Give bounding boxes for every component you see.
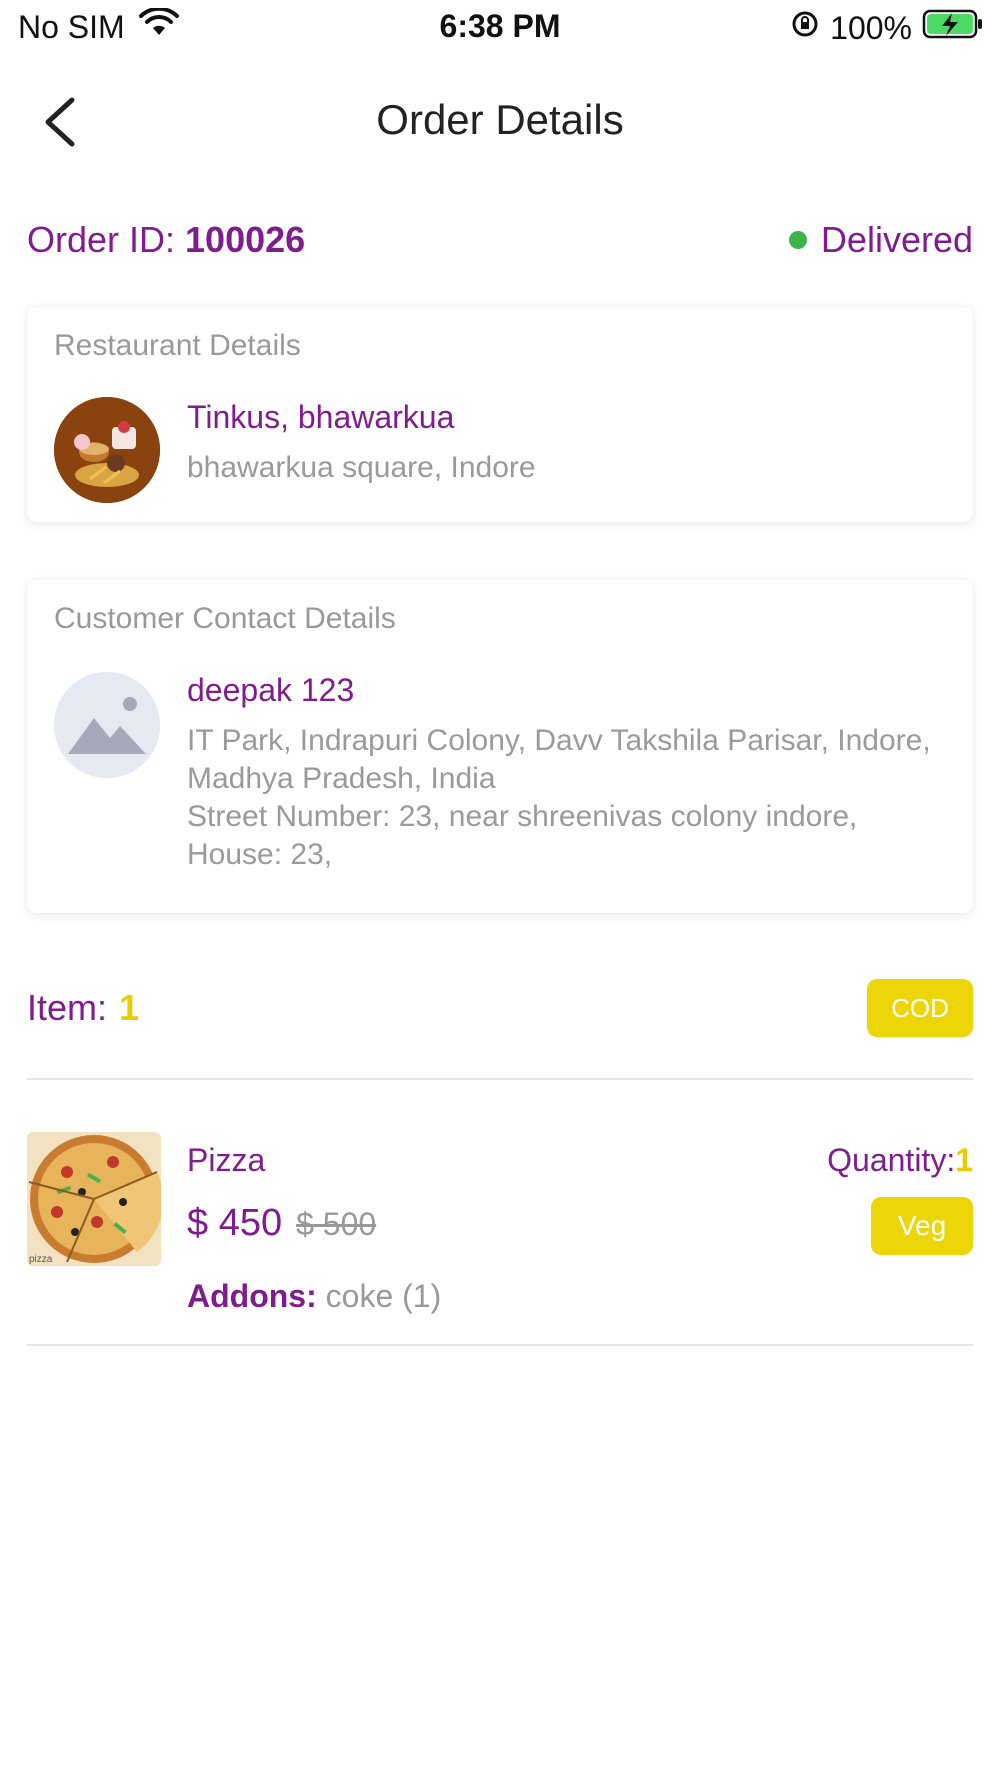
- restaurant-card: Restaurant Details Tinkus, bhawarkua bha…: [27, 307, 973, 522]
- order-id-label: Order ID:: [27, 219, 176, 260]
- customer-name: deepak 123: [187, 672, 355, 708]
- image-caption: pizza: [29, 1254, 53, 1265]
- quantity-value: 1: [955, 1142, 973, 1178]
- orientation-lock-icon: [790, 9, 820, 47]
- order-header: Order ID: 100026 Delivered: [27, 212, 973, 268]
- status-right: 100%: [790, 8, 984, 48]
- restaurant-avatar: [54, 397, 160, 503]
- battery-label: 100%: [830, 9, 912, 46]
- restaurant-section-title: Restaurant Details: [54, 329, 301, 362]
- customer-address-line2: Street Number: 23, near shreenivas colon…: [187, 800, 858, 871]
- customer-section-title: Customer Contact Details: [54, 602, 396, 635]
- item-image: pizza: [27, 1132, 161, 1266]
- addons-label: Addons:: [187, 1278, 317, 1314]
- restaurant-address: bhawarkua square, Indore: [187, 451, 536, 484]
- item-original-price: $ 500: [296, 1206, 377, 1242]
- image-placeholder-icon: [54, 672, 160, 778]
- customer-avatar: [54, 672, 160, 778]
- restaurant-name: Tinkus, bhawarkua: [187, 399, 455, 435]
- items-count: 1: [119, 987, 140, 1028]
- items-label: Item:: [27, 987, 108, 1028]
- customer-address-line1: IT Park, Indrapuri Colony, Davv Takshila…: [187, 724, 931, 795]
- battery-charging-icon: [922, 8, 984, 48]
- item-addons: Addons: coke (1): [187, 1278, 441, 1315]
- item-quantity: Quantity:1: [827, 1142, 973, 1179]
- items-count-group: Item: 1: [27, 987, 139, 1029]
- divider: [27, 1344, 973, 1346]
- order-id-value: 100026: [185, 219, 306, 260]
- status-label: Delivered: [820, 219, 973, 260]
- veg-badge: Veg: [871, 1197, 973, 1255]
- status-dot-icon: [788, 231, 807, 249]
- navigation-bar: Order Details: [0, 72, 1000, 172]
- items-summary: Item: 1 COD: [27, 978, 973, 1038]
- status-bar: No SIM 6:38 PM 100%: [0, 0, 1000, 56]
- divider: [27, 1078, 973, 1080]
- pizza-image-icon: [27, 1132, 161, 1266]
- quantity-label: Quantity:: [827, 1142, 956, 1178]
- food-image-icon: [54, 397, 160, 503]
- order-status: Delivered: [788, 219, 973, 261]
- page-title: Order Details: [376, 96, 624, 143]
- order-id-row: Order ID: 100026: [27, 219, 305, 261]
- item-price-row: $ 450 $ 500: [187, 1202, 376, 1245]
- item-name: Pizza: [187, 1142, 266, 1178]
- customer-card: Customer Contact Details deepak 123 IT P…: [27, 580, 973, 913]
- addons-value: coke (1): [325, 1278, 442, 1314]
- item-price: $ 450: [187, 1202, 283, 1244]
- payment-method-badge: COD: [867, 979, 973, 1037]
